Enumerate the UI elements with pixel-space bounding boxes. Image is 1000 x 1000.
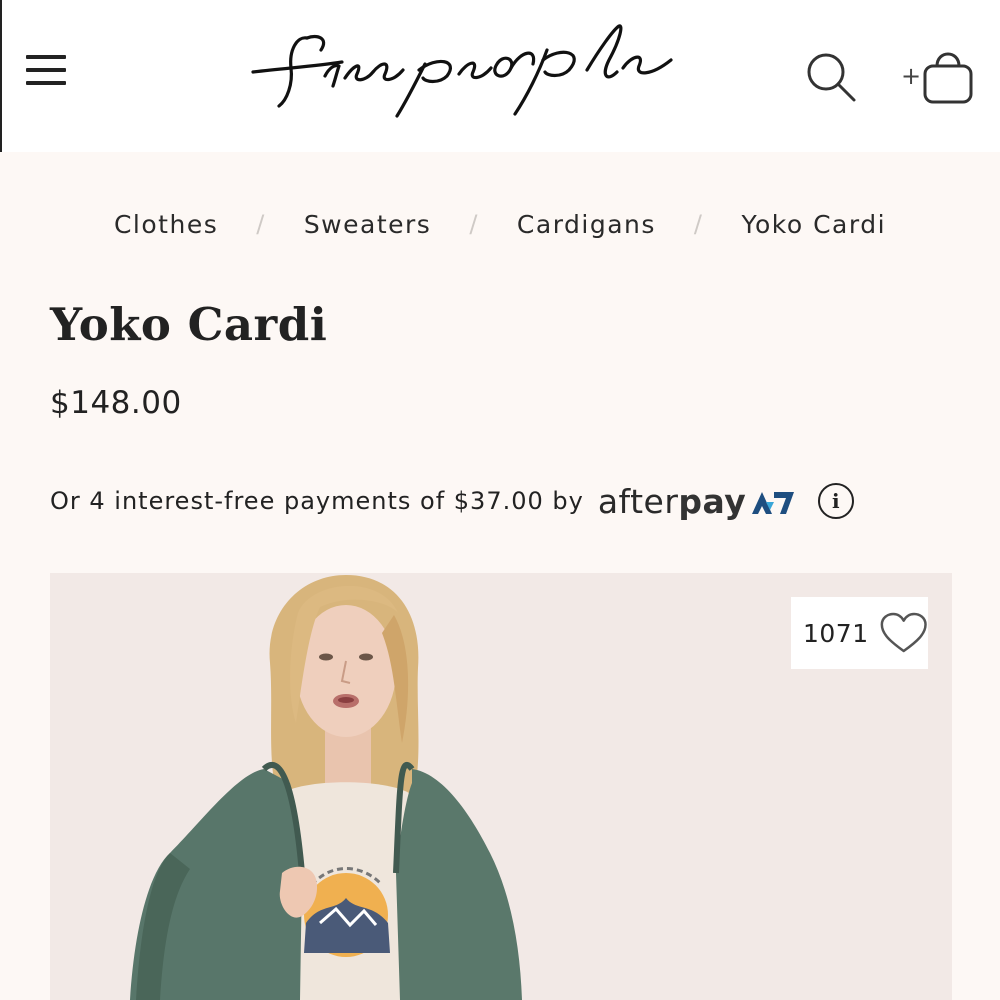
product-title: Yoko Cardi (50, 298, 328, 351)
favorite-count: 1071 (803, 618, 869, 648)
heart-icon (880, 612, 927, 653)
breadcrumb-sweaters[interactable]: Sweaters (304, 210, 432, 239)
afterpay-logo-after: after (597, 481, 679, 521)
breadcrumb-separator: / (693, 210, 704, 238)
breadcrumb-cardigans[interactable]: Cardigans (517, 210, 656, 239)
favorite-button[interactable]: 1071 (791, 597, 928, 669)
product-price: $148.00 (50, 385, 182, 421)
bag-shape-icon (923, 52, 973, 104)
search-icon[interactable] (802, 48, 858, 104)
breadcrumb-current-product[interactable]: Yoko Cardi (742, 210, 887, 239)
hamburger-menu-icon[interactable] (26, 53, 66, 87)
installment-text: Or 4 interest-free payments of $37.00 by (50, 487, 584, 515)
breadcrumb-clothes[interactable]: Clothes (114, 210, 218, 239)
breadcrumb-separator: / (256, 210, 266, 238)
afterpay-logo-pay: pay (678, 481, 747, 521)
free-people-logo-script (251, 24, 673, 118)
breadcrumb-separator: / (469, 210, 479, 238)
brand-logo[interactable] (247, 20, 677, 120)
afterpay-installment-row: Or 4 interest-free payments of $37.00 by… (50, 478, 855, 524)
breadcrumb: Clothes / Sweaters / Cardigans / Yoko Ca… (0, 200, 1000, 248)
shopping-bag-icon[interactable]: + (897, 46, 977, 106)
afterpay-logo: after pay (598, 482, 796, 521)
info-icon[interactable]: i (818, 483, 855, 519)
afterpay-arrows-icon (752, 492, 795, 514)
site-header: + (0, 0, 1000, 152)
